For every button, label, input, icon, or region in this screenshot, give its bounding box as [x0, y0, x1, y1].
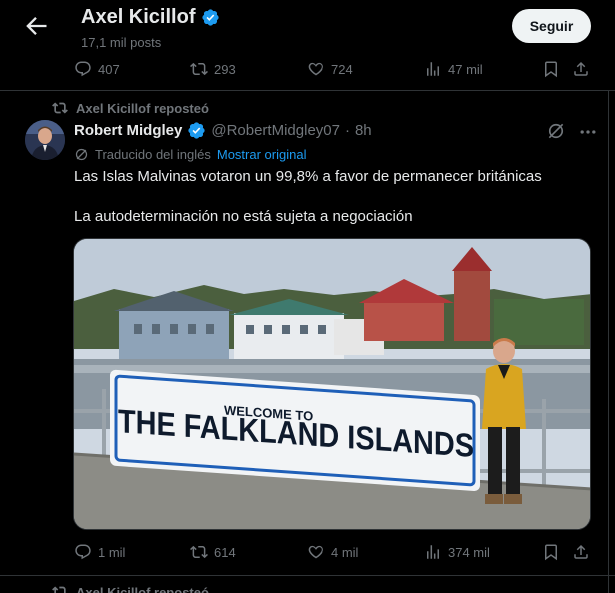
reply-icon: [75, 61, 91, 77]
reply-button[interactable]: 407: [74, 55, 120, 83]
like-icon: [308, 545, 323, 559]
avatar-image: [25, 120, 65, 160]
like-count: 724: [331, 61, 353, 77]
repost-icon: [190, 62, 208, 76]
column-border: [608, 90, 609, 593]
reply-count: 407: [98, 61, 120, 77]
repost-icon: [52, 102, 68, 114]
more-icon[interactable]: [578, 122, 598, 142]
repost-button[interactable]: 293: [190, 55, 236, 83]
share-icon: [574, 544, 588, 559]
divider: [0, 575, 615, 576]
bookmark-button[interactable]: [542, 538, 560, 566]
views-icon: [427, 62, 439, 76]
verified-icon: [202, 9, 220, 26]
author-handle[interactable]: @RobertMidgley07: [211, 122, 340, 139]
show-original-link[interactable]: Mostrar original: [217, 147, 307, 162]
repost-icon: [52, 586, 66, 593]
views-button[interactable]: 47 mil: [424, 55, 483, 83]
reply-count: 1 mil: [98, 544, 126, 560]
views-count: 374 mil: [448, 544, 490, 560]
media-photo: WELCOME TO THE FALKLAND ISLANDS: [74, 239, 590, 529]
next-repost-context[interactable]: Axel Kicillof reposteó: [52, 584, 209, 593]
translate-icon: [75, 148, 88, 161]
profile-name-text: Axel Kicillof: [81, 6, 196, 28]
separator-dot: ·: [344, 122, 350, 139]
repost-button[interactable]: 614: [190, 538, 236, 566]
back-arrow-icon[interactable]: [22, 12, 50, 40]
post-media[interactable]: WELCOME TO THE FALKLAND ISLANDS: [73, 238, 591, 530]
like-count: 4 mil: [331, 544, 359, 560]
profile-header: Axel Kicillof 17,1 mil posts Seguir: [0, 0, 615, 53]
repost-context[interactable]: Axel Kicillof reposteó: [52, 100, 209, 116]
bookmark-button[interactable]: [542, 55, 560, 83]
post-count: 17,1 mil posts: [81, 35, 162, 50]
post-time[interactable]: 8h: [355, 122, 372, 139]
profile-name: Axel Kicillof: [81, 6, 220, 29]
views-icon: [427, 545, 439, 559]
like-button[interactable]: 724: [307, 55, 353, 83]
author-row: Robert Midgley @RobertMidgley07 · 8h: [74, 121, 372, 140]
views-button[interactable]: 374 mil: [424, 538, 490, 566]
post-text-line-1: Las Islas Malvinas votaron un 99,8% a fa…: [74, 168, 542, 185]
repost-icon: [190, 545, 208, 559]
verified-icon: [188, 122, 205, 139]
author-name[interactable]: Robert Midgley: [74, 122, 182, 139]
share-button[interactable]: [572, 55, 590, 83]
bookmark-icon: [545, 544, 557, 561]
translation-notice: Traducido del inglés Mostrar original: [74, 147, 306, 162]
author-avatar[interactable]: [25, 120, 65, 160]
translated-label: Traducido del inglés: [95, 147, 211, 162]
reply-button[interactable]: 1 mil: [74, 538, 125, 566]
repost-count: 614: [214, 544, 236, 560]
share-icon: [574, 61, 588, 76]
bookmark-icon: [545, 61, 557, 78]
share-button[interactable]: [572, 538, 590, 566]
views-count: 47 mil: [448, 61, 483, 77]
post-text-line-2: La autodeterminación no está sujeta a ne…: [74, 208, 413, 225]
follow-button[interactable]: Seguir: [512, 9, 591, 43]
like-icon: [308, 62, 323, 76]
like-button[interactable]: 4 mil: [307, 538, 358, 566]
repost-count: 293: [214, 61, 236, 77]
divider: [0, 90, 615, 91]
repost-context-label: Axel Kicillof reposteó: [76, 100, 209, 116]
reply-icon: [75, 544, 91, 560]
post-action-bar: 1 mil 614 4 mil 374 mil: [0, 538, 615, 566]
next-repost-context-label: Axel Kicillof reposteó: [76, 584, 209, 593]
grok-icon[interactable]: [546, 121, 566, 141]
prev-post-action-bar: 407 293 724 47 mil: [0, 55, 615, 83]
